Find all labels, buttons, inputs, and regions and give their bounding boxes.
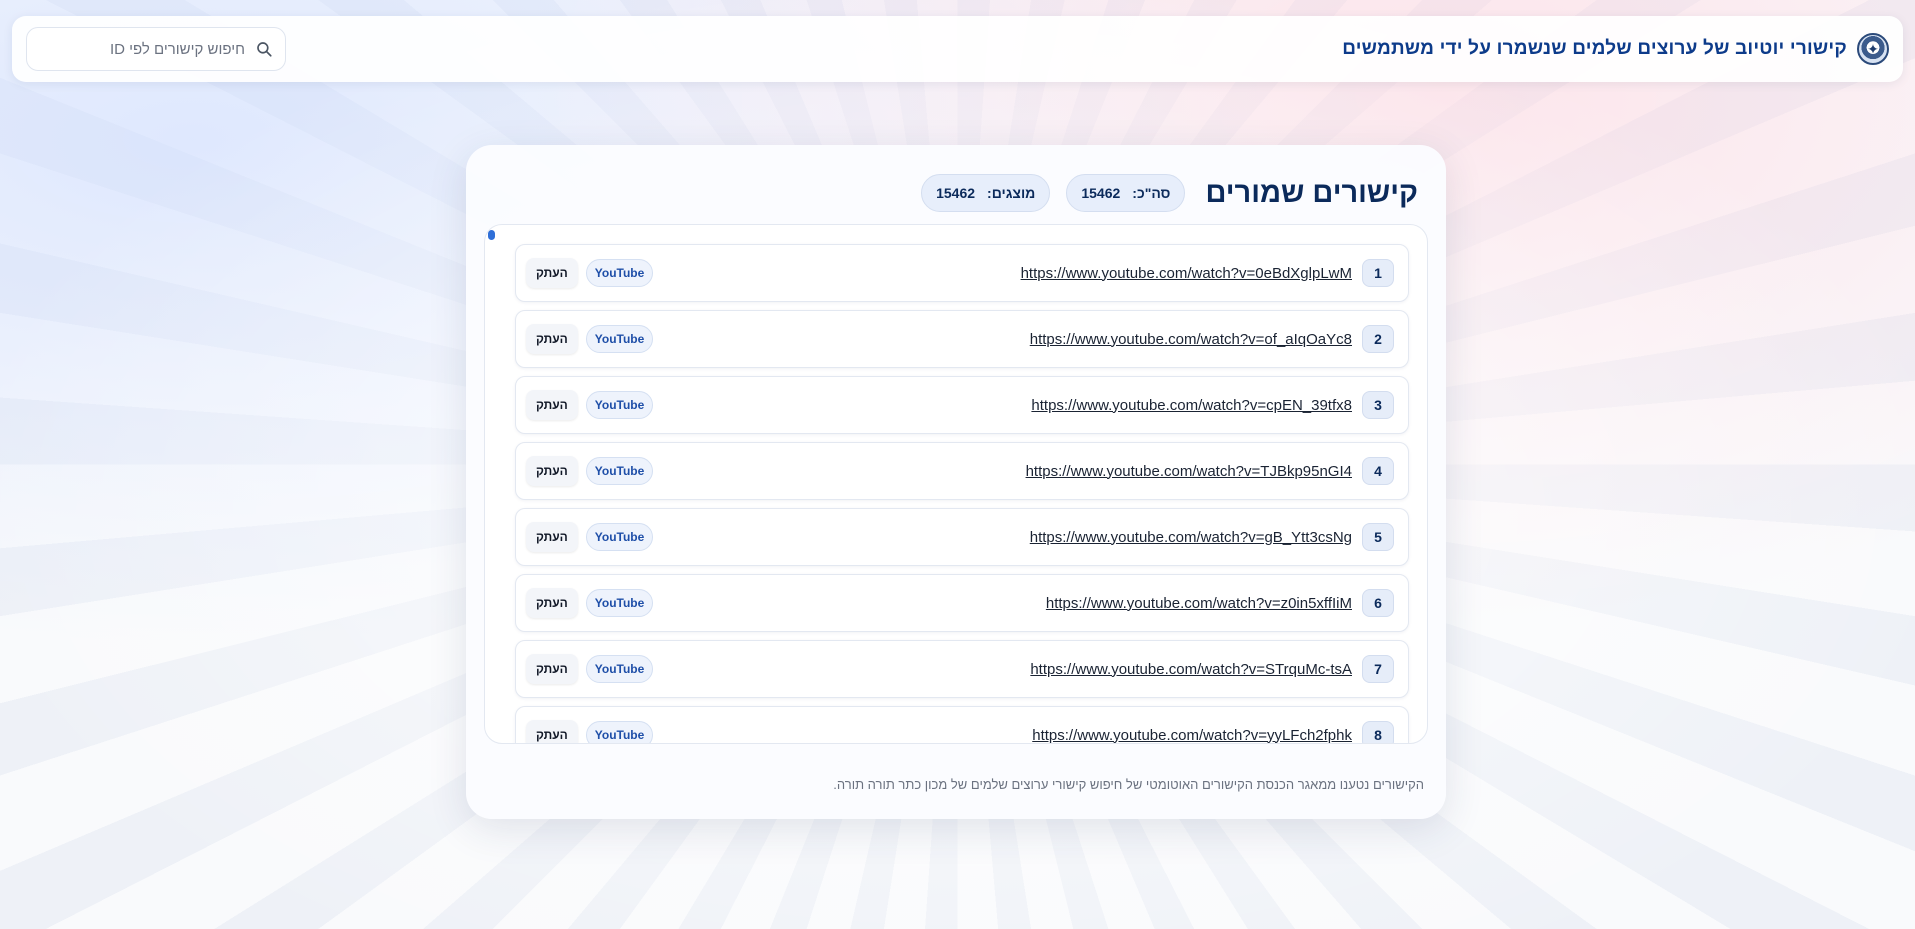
copy-button[interactable]: העתק bbox=[526, 654, 578, 684]
search-input[interactable] bbox=[39, 40, 245, 58]
link-url[interactable]: https://www.youtube.com/watch?v=TJBkp95n… bbox=[1026, 463, 1352, 480]
link-url[interactable]: https://www.youtube.com/watch?v=STrquMc-… bbox=[1030, 661, 1352, 678]
list-item: 3 https://www.youtube.com/watch?v=cpEN_3… bbox=[515, 376, 1409, 434]
link-url[interactable]: https://www.youtube.com/watch?v=0eBdXglp… bbox=[1021, 265, 1352, 282]
brand: ✦ קישורי יוטיוב של ערוצים שלמים שנשמרו ע… bbox=[1342, 33, 1889, 65]
search-box[interactable] bbox=[26, 27, 286, 71]
copy-button[interactable]: העתק bbox=[526, 456, 578, 486]
card-header: קישורים שמורים סה"כ: 15462 מוצגים: 15462 bbox=[494, 173, 1418, 213]
copy-button[interactable]: העתק bbox=[526, 324, 578, 354]
row-number: 4 bbox=[1362, 457, 1394, 485]
platform-tag: YouTube bbox=[585, 721, 654, 743]
copy-button[interactable]: העתק bbox=[526, 720, 578, 743]
platform-tag: YouTube bbox=[585, 589, 654, 617]
list-item: 4 https://www.youtube.com/watch?v=TJBkp9… bbox=[515, 442, 1409, 500]
row-number: 8 bbox=[1362, 721, 1394, 743]
top-bar: ✦ קישורי יוטיוב של ערוצים שלמים שנשמרו ע… bbox=[12, 16, 1903, 82]
row-number: 2 bbox=[1362, 325, 1394, 353]
copy-button[interactable]: העתק bbox=[526, 522, 578, 552]
list-item: 6 https://www.youtube.com/watch?v=z0in5x… bbox=[515, 574, 1409, 632]
platform-tag: YouTube bbox=[585, 391, 654, 419]
row-number: 3 bbox=[1362, 391, 1394, 419]
platform-tag: YouTube bbox=[585, 325, 654, 353]
copy-button[interactable]: העתק bbox=[526, 390, 578, 420]
row-number: 1 bbox=[1362, 259, 1394, 287]
search-icon bbox=[255, 40, 273, 58]
row-number: 5 bbox=[1362, 523, 1394, 551]
shown-value: 15462 bbox=[936, 185, 976, 201]
link-url[interactable]: https://www.youtube.com/watch?v=gB_Ytt3c… bbox=[1030, 529, 1352, 546]
links-list-container[interactable]: 1 https://www.youtube.com/watch?v=0eBdXg… bbox=[484, 224, 1428, 744]
shown-label: מוצגים: bbox=[987, 185, 1036, 201]
shown-count-badge: מוצגים: 15462 bbox=[921, 174, 1051, 212]
list-item: 1 https://www.youtube.com/watch?v=0eBdXg… bbox=[515, 244, 1409, 302]
scrollbar-thumb[interactable] bbox=[488, 230, 495, 240]
platform-tag: YouTube bbox=[585, 259, 654, 287]
list-item: 2 https://www.youtube.com/watch?v=of_aIq… bbox=[515, 310, 1409, 368]
site-title: קישורי יוטיוב של ערוצים שלמים שנשמרו על … bbox=[1342, 38, 1847, 59]
link-url[interactable]: https://www.youtube.com/watch?v=z0in5xff… bbox=[1046, 595, 1352, 612]
link-url[interactable]: https://www.youtube.com/watch?v=of_aIqOa… bbox=[1030, 331, 1352, 348]
platform-tag: YouTube bbox=[585, 655, 654, 683]
source-note: הקישורים נטענו ממאגר הכנסת הקישורים האוט… bbox=[833, 777, 1424, 792]
list-item: 5 https://www.youtube.com/watch?v=gB_Ytt… bbox=[515, 508, 1409, 566]
platform-tag: YouTube bbox=[585, 523, 654, 551]
total-count-badge: סה"כ: 15462 bbox=[1066, 174, 1186, 212]
row-number: 7 bbox=[1362, 655, 1394, 683]
link-url[interactable]: https://www.youtube.com/watch?v=cpEN_39t… bbox=[1031, 397, 1352, 414]
saved-links-card: קישורים שמורים סה"כ: 15462 מוצגים: 15462… bbox=[466, 145, 1446, 819]
link-url[interactable]: https://www.youtube.com/watch?v=yyLFch2f… bbox=[1032, 727, 1352, 744]
copy-button[interactable]: העתק bbox=[526, 588, 578, 618]
list-item: 8 https://www.youtube.com/watch?v=yyLFch… bbox=[515, 706, 1409, 744]
row-number: 6 bbox=[1362, 589, 1394, 617]
total-label: סה"כ: bbox=[1132, 185, 1171, 201]
links-list: 1 https://www.youtube.com/watch?v=0eBdXg… bbox=[515, 244, 1409, 744]
list-item: 7 https://www.youtube.com/watch?v=STrquM… bbox=[515, 640, 1409, 698]
total-value: 15462 bbox=[1081, 185, 1121, 201]
copy-button[interactable]: העתק bbox=[526, 258, 578, 288]
platform-tag: YouTube bbox=[585, 457, 654, 485]
emblem-icon: ✦ bbox=[1857, 33, 1889, 65]
card-title: קישורים שמורים bbox=[1205, 176, 1418, 209]
